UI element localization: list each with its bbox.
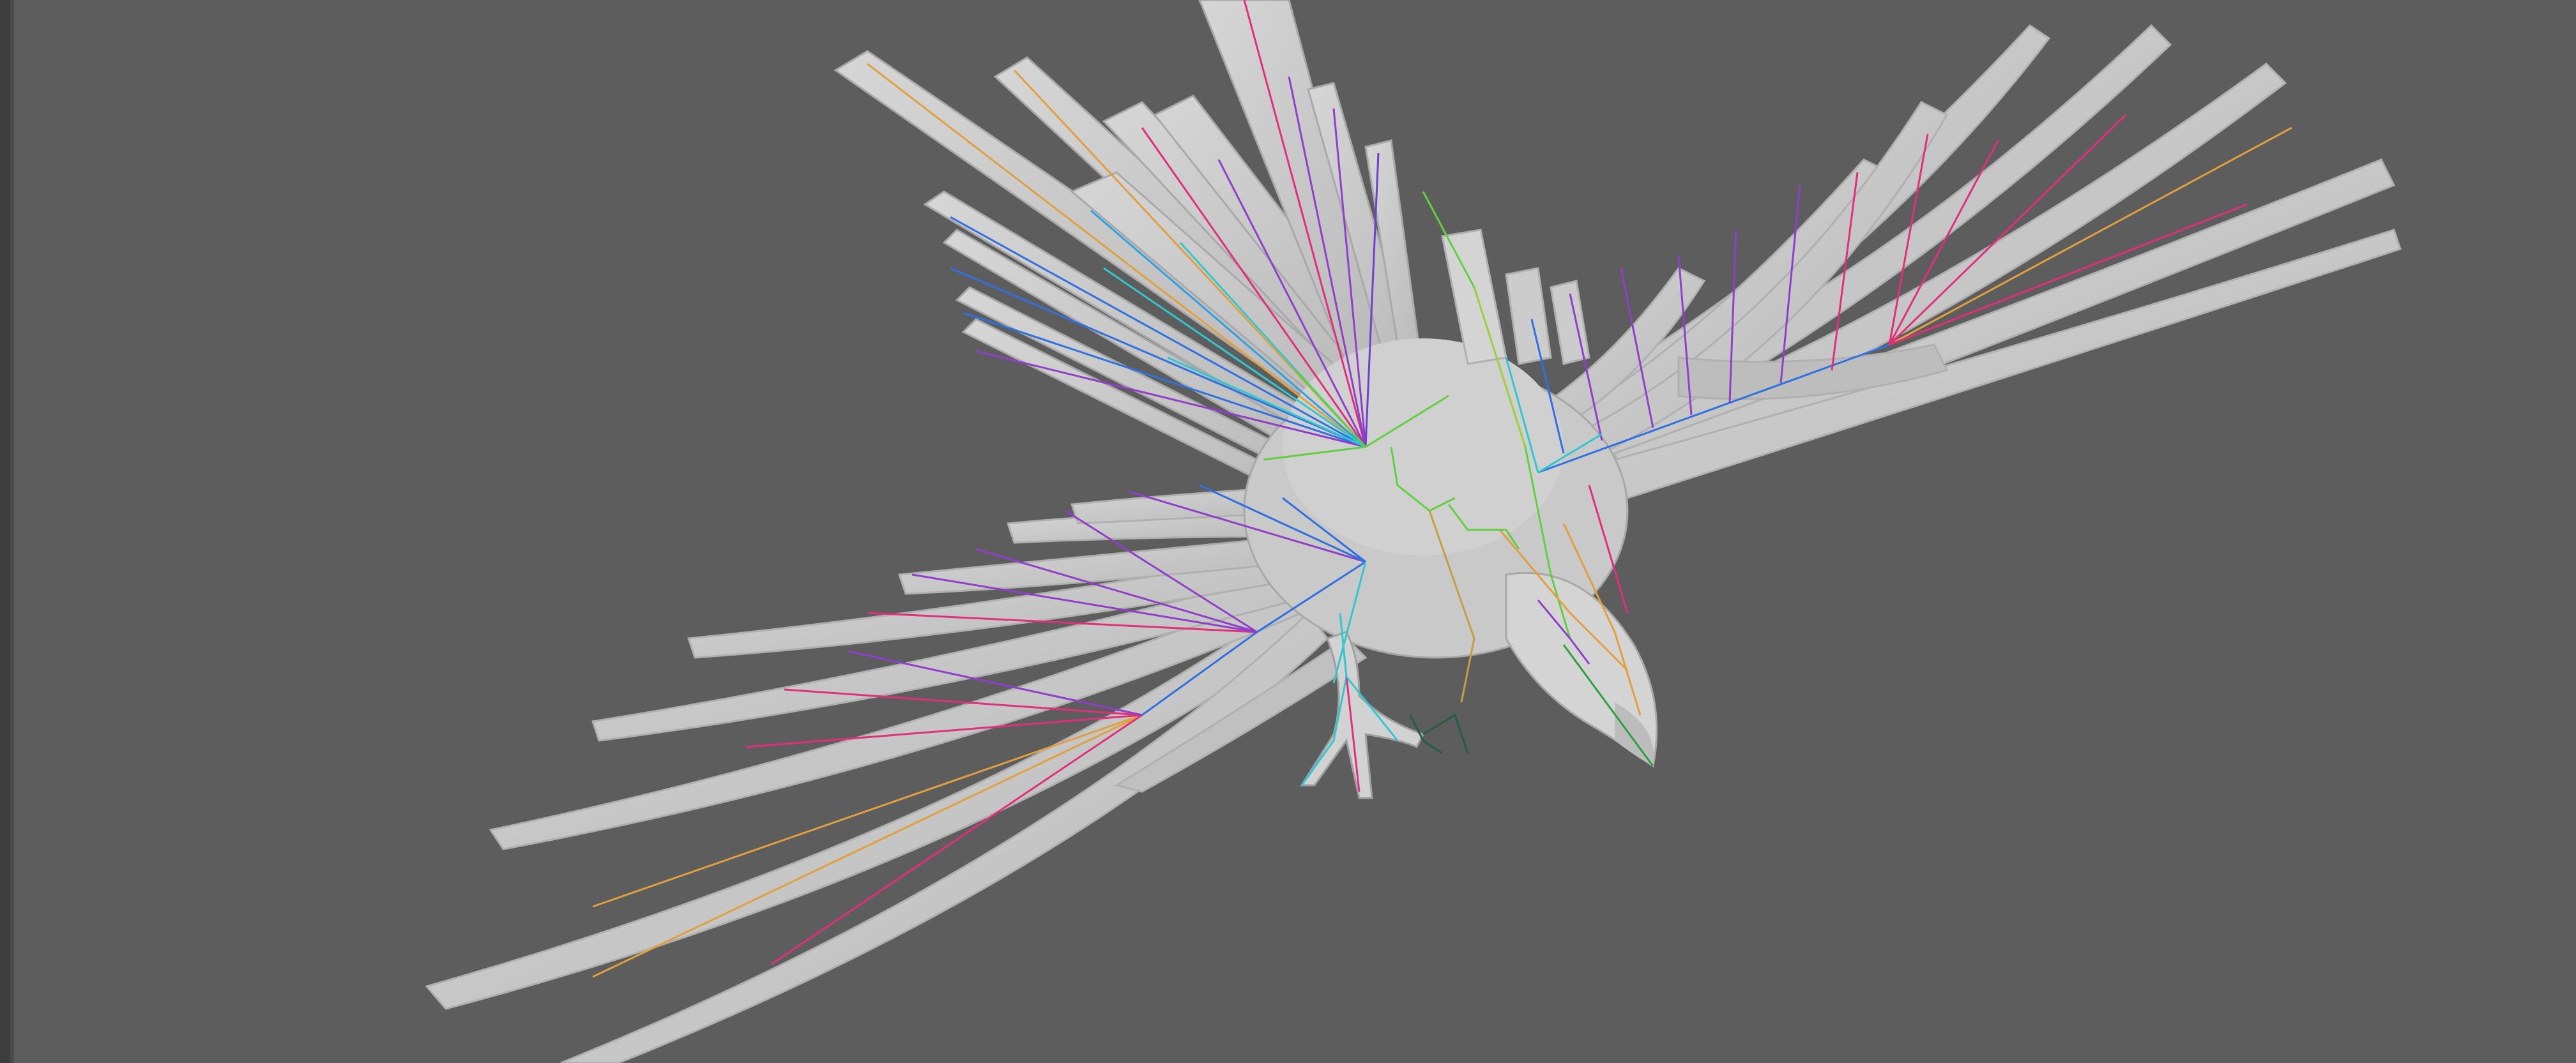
scene-canvas[interactable] [18,0,2576,1063]
wing-lower-left-mesh [425,484,1368,1063]
left-panel-edge[interactable] [0,0,14,1063]
wing-right-mesh [1537,24,2402,499]
application-window [0,0,2576,1063]
3d-viewport[interactable] [18,0,2576,1063]
